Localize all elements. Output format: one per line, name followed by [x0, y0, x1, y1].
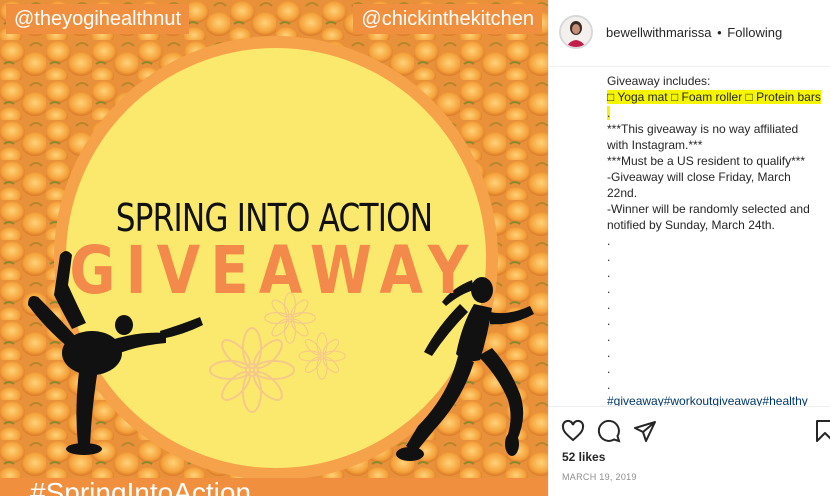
caption-dot: . [607, 346, 611, 360]
caption-dot: . [607, 298, 611, 312]
caption-dot: . [607, 250, 611, 264]
actions-bar: 52 likes MARCH 19, 2019 [549, 406, 830, 497]
post-header: bewellwithmarissa • Following [549, 0, 830, 67]
comment-icon[interactable] [597, 419, 621, 443]
separator-dot: • [717, 25, 722, 40]
bookmark-icon[interactable] [813, 419, 830, 443]
caption-line: Giveaway includes: [607, 74, 711, 88]
post-detail-panel: bewellwithmarissa • Following Giveaway i… [548, 0, 830, 497]
avatar-photo [561, 17, 591, 47]
caption: Giveaway includes: □ Yoga mat □ Foam rol… [607, 73, 821, 409]
likes-count[interactable]: 52 likes [562, 450, 605, 464]
following-button[interactable]: Following [727, 25, 782, 40]
username-link[interactable]: bewellwithmarissa [606, 25, 711, 40]
caption-dot: . [607, 378, 611, 392]
caption-line: -Giveaway will close Friday, March 22nd. [607, 170, 791, 200]
avatar[interactable] [559, 15, 593, 49]
post-image[interactable]: @theyogihealthnut @chickinthekitchen SPR… [0, 0, 548, 496]
caption-dot: . [607, 330, 611, 344]
caption-dot: . [607, 266, 611, 280]
caption-line: -Winner will be randomly selected and no… [607, 202, 810, 232]
caption-line-highlighted: □ Yoga mat □ Foam roller □ Protein bars … [607, 89, 821, 121]
caption-line: ***Must be a US resident to qualify*** [607, 154, 806, 168]
caption-line: ***This giveaway is no way affiliated wi… [607, 122, 799, 152]
heart-icon[interactable] [561, 419, 585, 443]
bottom-banner: #SpringIntoAction [0, 478, 548, 496]
highlighted-text: □ Yoga mat □ Foam roller □ Protein bars … [607, 90, 821, 120]
caption-dot: . [607, 234, 611, 248]
caption-dot: . [607, 314, 611, 328]
post-date: MARCH 19, 2019 [562, 472, 637, 482]
caption-dot: . [607, 362, 611, 376]
caption-dot: . [607, 282, 611, 296]
handle-left: @theyogihealthnut [6, 4, 190, 34]
share-icon[interactable] [633, 419, 657, 443]
handle-right: @chickinthekitchen [353, 4, 542, 34]
subheadline-giveaway: GIVEAWAY [69, 232, 479, 309]
